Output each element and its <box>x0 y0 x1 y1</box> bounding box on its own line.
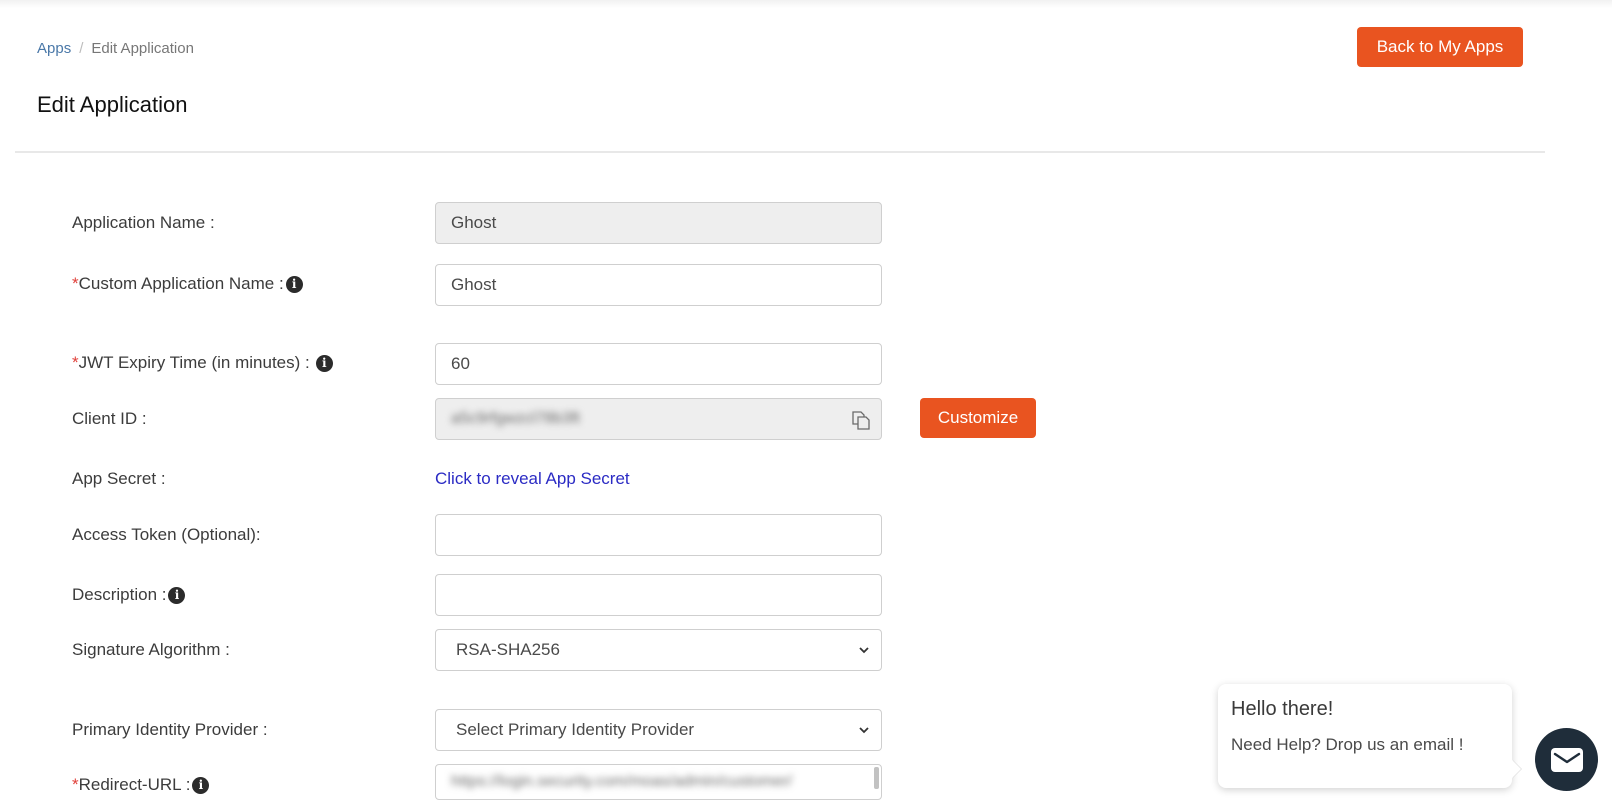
custom-application-name-label: * Custom Application Name : i <box>72 274 303 294</box>
chevron-down-icon <box>859 647 869 654</box>
chat-bubble-tail <box>1512 760 1521 778</box>
client-id-label-text: Client ID : <box>72 409 147 428</box>
email-support-button[interactable] <box>1535 728 1598 791</box>
breadcrumb-apps-link[interactable]: Apps <box>37 40 71 57</box>
header-divider <box>15 151 1545 153</box>
jwt-expiry-label-text: JWT Expiry Time (in minutes) : <box>78 353 310 372</box>
primary-idp-label: Primary Identity Provider : <box>72 720 268 740</box>
application-name-value: Ghost <box>451 213 497 232</box>
info-circle-icon[interactable]: i <box>315 354 333 372</box>
redirect-url-textarea[interactable]: https://login.security.com/moas/admin/cu… <box>435 764 882 800</box>
access-token-label: Access Token (Optional): <box>72 525 261 545</box>
help-chat-bubble[interactable]: Hello there! Need Help? Drop us an email… <box>1218 684 1521 788</box>
required-mark: * <box>72 775 79 794</box>
primary-idp-select[interactable]: Select Primary Identity Provider <box>435 709 882 751</box>
redirect-url-value: https://login.security.com/moas/admin/cu… <box>451 773 793 790</box>
application-name-field: Ghost <box>435 202 882 244</box>
jwt-expiry-input[interactable]: 60 <box>435 343 882 385</box>
info-circle-icon[interactable]: i <box>168 586 186 604</box>
custom-application-name-value: Ghost <box>451 275 497 294</box>
chat-greeting: Hello there! <box>1231 698 1334 720</box>
jwt-expiry-label: * JWT Expiry Time (in minutes) : i <box>72 353 333 373</box>
page-title: Edit Application <box>37 92 188 117</box>
description-label-text: Description : <box>72 585 167 604</box>
application-name-label-text: Application Name : <box>72 213 215 232</box>
chevron-down-icon <box>859 727 869 734</box>
mail-icon <box>1550 747 1583 772</box>
textarea-scrollbar[interactable] <box>874 767 879 789</box>
customize-button[interactable]: Customize <box>920 398 1036 438</box>
back-to-my-apps-button[interactable]: Back to My Apps <box>1357 27 1523 67</box>
signature-algorithm-select[interactable]: RSA-SHA256 <box>435 629 882 671</box>
custom-application-name-label-text: Custom Application Name : <box>78 274 284 293</box>
breadcrumb-separator: / <box>79 40 84 57</box>
info-circle-icon[interactable]: i <box>285 275 303 293</box>
app-secret-label-text: App Secret : <box>72 469 166 488</box>
breadcrumb-current: Edit Application <box>91 40 194 57</box>
copy-icon[interactable] <box>849 408 873 432</box>
client-id-label: Client ID : <box>72 409 147 429</box>
signature-algorithm-value: RSA-SHA256 <box>456 640 560 659</box>
application-name-label: Application Name : <box>72 213 215 233</box>
jwt-expiry-value: 60 <box>451 354 470 373</box>
primary-idp-label-text: Primary Identity Provider : <box>72 720 268 739</box>
description-input[interactable] <box>435 574 882 616</box>
info-circle-icon[interactable]: i <box>192 776 210 794</box>
reveal-app-secret-link[interactable]: Click to reveal App Secret <box>435 469 630 489</box>
chat-message: Need Help? Drop us an email ! <box>1231 735 1464 754</box>
redirect-url-label: * Redirect-URL : i <box>72 775 210 795</box>
client-id-field: a5c9rfgwzcl78b3ft <box>435 398 882 440</box>
signature-algorithm-label: Signature Algorithm : <box>72 640 230 660</box>
primary-idp-value: Select Primary Identity Provider <box>456 720 695 739</box>
required-mark: * <box>72 353 79 372</box>
breadcrumb: Apps / Edit Application <box>37 40 194 57</box>
access-token-label-text: Access Token (Optional): <box>72 525 261 544</box>
signature-algorithm-label-text: Signature Algorithm : <box>72 640 230 659</box>
access-token-input[interactable] <box>435 514 882 556</box>
client-id-value: a5c9rfgwzcl78b3ft <box>451 410 580 427</box>
app-secret-label: App Secret : <box>72 469 166 489</box>
top-shadow <box>0 0 1612 8</box>
custom-application-name-input[interactable]: Ghost <box>435 264 882 306</box>
required-mark: * <box>72 274 79 293</box>
description-label: Description : i <box>72 585 186 605</box>
redirect-url-label-text: Redirect-URL : <box>78 775 191 794</box>
